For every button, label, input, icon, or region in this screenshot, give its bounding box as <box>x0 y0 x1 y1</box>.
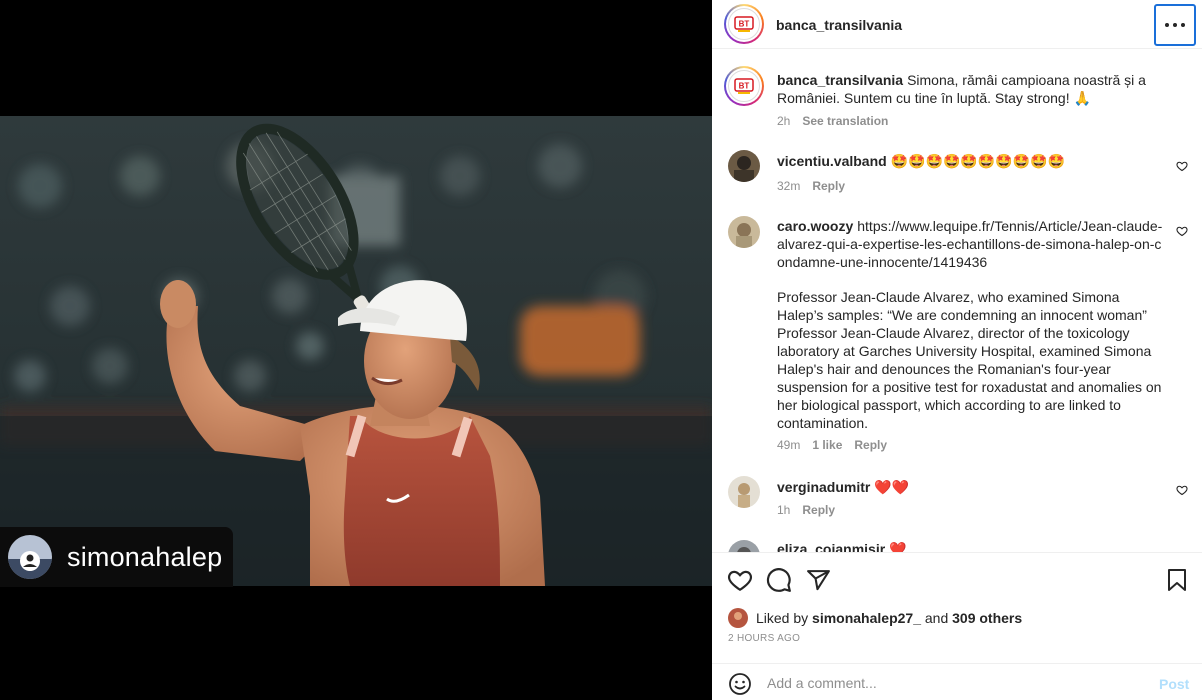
caption-meta: 2h See translation <box>777 114 888 128</box>
save-button[interactable] <box>1162 565 1192 595</box>
emoji-icon[interactable] <box>728 672 752 696</box>
commenter-avatar[interactable] <box>728 476 760 508</box>
likes-prefix: Liked by <box>756 610 809 626</box>
tagged-user-badge[interactable]: simonahalep <box>0 527 233 587</box>
caption: BT banca_transilvania Simona, rămâi campi… <box>712 50 1202 136</box>
post-detail-panel: BT banca_transilvania BT banca_transilva… <box>712 0 1202 700</box>
comment-body: 🤩🤩🤩🤩🤩🤩🤩🤩🤩🤩 <box>890 153 1066 169</box>
likes-others-link[interactable]: 309 others <box>952 610 1022 626</box>
comment-text: vicentiu.valband 🤩🤩🤩🤩🤩🤩🤩🤩🤩🤩 <box>777 152 1167 170</box>
caption-text: banca_transilvania Simona, rămâi campioan… <box>777 71 1167 107</box>
comment-item: caro.woozy https://www.lequipe.fr/Tennis/… <box>712 200 1202 470</box>
like-heart-icon[interactable] <box>1176 160 1188 172</box>
caption-time[interactable]: 2h <box>777 114 790 128</box>
reply-button[interactable]: Reply <box>854 438 887 452</box>
add-comment-bar: Post <box>712 663 1202 700</box>
reply-button[interactable]: Reply <box>802 503 835 517</box>
share-button[interactable] <box>803 565 833 595</box>
share-icon <box>806 569 830 590</box>
see-translation-link[interactable]: See translation <box>802 114 888 128</box>
comment-button[interactable] <box>764 565 794 595</box>
comment-username[interactable]: caro.woozy <box>777 218 853 234</box>
like-heart-icon[interactable] <box>1176 225 1188 237</box>
author-avatar[interactable]: BT <box>724 4 764 44</box>
commenter-avatar[interactable] <box>728 150 760 182</box>
comment-icon <box>766 568 791 592</box>
post-timestamp[interactable]: 2 HOURS AGO <box>728 633 800 644</box>
comment-username[interactable]: vicentiu.valband <box>777 153 887 169</box>
post-actions: Liked by simonahalep27_ and 309 others 2… <box>712 553 1202 653</box>
comment-username[interactable]: eliza_cojanmisir <box>777 541 885 552</box>
comment-time[interactable]: 1h <box>777 503 790 517</box>
comment-item: eliza_cojanmisir ❤️ <box>712 526 1202 553</box>
liker-avatar[interactable] <box>728 608 748 628</box>
svg-text:BT: BT <box>739 82 750 91</box>
bookmark-icon <box>1168 569 1186 591</box>
comment-meta: 1h Reply <box>777 503 835 517</box>
comment-item: vicentiu.valband 🤩🤩🤩🤩🤩🤩🤩🤩🤩🤩 32m Reply <box>712 136 1202 200</box>
comment-body: ❤️❤️ <box>874 479 910 495</box>
more-options-button[interactable] <box>1154 4 1196 46</box>
commenter-avatar[interactable] <box>728 216 760 248</box>
like-button[interactable] <box>725 565 755 595</box>
comment-username[interactable]: verginadumitr <box>777 479 870 495</box>
more-icon <box>1165 23 1185 27</box>
bt-logo-icon: BT <box>734 78 754 94</box>
comment-text: caro.woozy https://www.lequipe.fr/Tennis/… <box>777 217 1167 271</box>
post-comment-button[interactable]: Post <box>1159 676 1189 692</box>
likes-mid: and <box>924 610 949 626</box>
comment-meta: 49m 1 like Reply <box>777 438 887 452</box>
liker-username[interactable]: simonahalep27_ <box>812 610 921 626</box>
commenter-avatar[interactable] <box>728 540 760 552</box>
comment-text: eliza_cojanmisir ❤️ <box>777 540 1167 553</box>
post-media[interactable]: simonahalep <box>0 0 712 700</box>
author-username[interactable]: banca_transilvania <box>776 17 902 33</box>
comment-time[interactable]: 49m <box>777 438 800 452</box>
comment-body-extended: Professor Jean-Claude Alvarez, who exami… <box>777 289 1162 431</box>
heart-icon <box>727 570 753 592</box>
svg-text:BT: BT <box>739 20 750 29</box>
post-photo <box>0 116 712 586</box>
caption-username[interactable]: banca_transilvania <box>777 72 903 88</box>
comment-meta: 32m Reply <box>777 179 845 193</box>
post-header: BT banca_transilvania <box>712 0 1202 49</box>
comment-input[interactable] <box>767 670 1137 696</box>
comment-time[interactable]: 32m <box>777 179 800 193</box>
bt-logo-icon: BT <box>734 16 754 32</box>
comment-body: ❤️ <box>889 541 907 553</box>
reply-button[interactable]: Reply <box>812 179 845 193</box>
like-heart-icon[interactable] <box>1176 484 1188 496</box>
comments-list[interactable]: BT banca_transilvania Simona, rămâi campi… <box>712 50 1202 553</box>
caption-author-avatar[interactable]: BT <box>724 66 764 106</box>
comment-item: verginadumitr ❤️❤️ 1h Reply <box>712 462 1202 528</box>
comment-likes-count[interactable]: 1 like <box>812 438 842 452</box>
tagged-user-avatar <box>8 535 52 579</box>
likes-summary: Liked by simonahalep27_ and 309 others <box>728 608 1022 628</box>
tagged-username: simonahalep <box>67 541 223 572</box>
comment-text: verginadumitr ❤️❤️ <box>777 478 1167 496</box>
